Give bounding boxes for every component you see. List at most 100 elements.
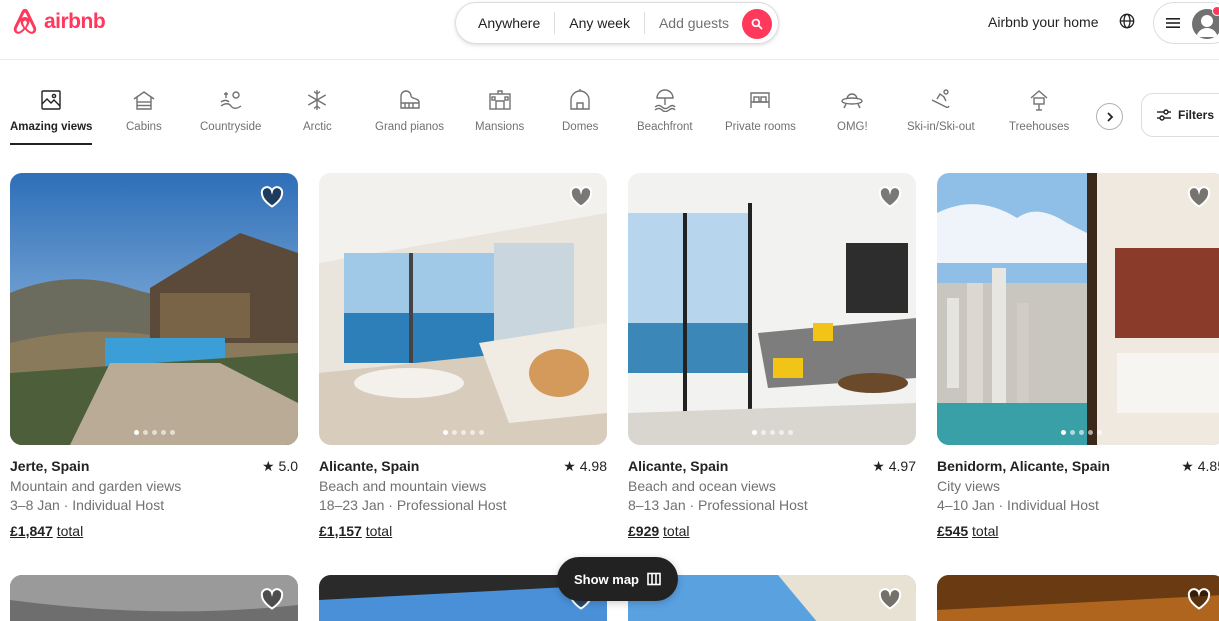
- listing-subtitle: Mountain and garden views: [10, 477, 182, 494]
- heart-icon[interactable]: [260, 588, 284, 610]
- listing-photo[interactable]: [319, 173, 607, 445]
- category-ski-in-ski-out[interactable]: Ski-in/Ski-out: [907, 88, 975, 133]
- price-suffix: total: [56, 522, 84, 539]
- category-label: Ski-in/Ski-out: [907, 121, 975, 133]
- category-cabins[interactable]: Cabins: [126, 88, 162, 133]
- price-suffix: total: [365, 522, 393, 539]
- heart-icon[interactable]: [569, 186, 593, 208]
- category-label: Beachfront: [637, 121, 693, 133]
- listing-card[interactable]: [937, 575, 1219, 621]
- price-suffix: total: [972, 522, 999, 539]
- category-label: Cabins: [126, 121, 162, 133]
- listing-photo[interactable]: [10, 173, 298, 445]
- category-amazing-views[interactable]: Amazing views: [10, 88, 93, 145]
- heart-icon[interactable]: [1187, 588, 1211, 610]
- filters-label: Filters: [1178, 108, 1215, 122]
- listing-rating: ★ 4.97: [872, 457, 916, 477]
- listing-subtitle: City views: [937, 477, 1001, 494]
- category-countryside[interactable]: Countryside: [200, 88, 261, 133]
- listing-card[interactable]: [10, 575, 298, 621]
- amazing-views-icon: [41, 90, 61, 110]
- menu-icon: [1166, 18, 1180, 28]
- listing-image: [10, 173, 298, 445]
- chevron-right-icon: [1106, 111, 1113, 122]
- listing-info: Alicante, Spain ★ 4.97 Beach and ocean vi…: [628, 457, 916, 541]
- listing-rating: ★ 4.98: [563, 457, 607, 477]
- listing-details: 3–8 Jan · Individual Host: [10, 497, 165, 513]
- listing-image: [628, 173, 916, 445]
- category-label: Domes: [562, 121, 599, 133]
- star-icon: ★: [563, 458, 576, 474]
- listing-rating: ★ 5.0: [262, 457, 298, 477]
- rating-value: 4.85: [1197, 458, 1219, 474]
- airbnb-logo[interactable]: airbnb: [10, 6, 106, 38]
- heart-icon[interactable]: [878, 186, 902, 208]
- category-domes[interactable]: Domes: [562, 88, 598, 133]
- category-label: OMG!: [837, 121, 868, 133]
- category-next-button[interactable]: [1096, 103, 1123, 130]
- category-treehouses[interactable]: Treehouses: [1009, 88, 1069, 133]
- category-label: Treehouses: [1009, 121, 1070, 133]
- airbnb-logo-icon: [13, 8, 37, 34]
- category-omg[interactable]: OMG!: [837, 88, 868, 133]
- listing-price[interactable]: £929 total: [628, 522, 916, 542]
- category-label: Amazing views: [10, 121, 93, 133]
- top-header: airbnb Anywhere Any week Add guests Airb…: [0, 0, 1219, 60]
- category-label: Grand pianos: [375, 121, 445, 133]
- globe-icon[interactable]: [1119, 13, 1135, 29]
- listing-image: [319, 173, 607, 445]
- cabin-icon: [133, 91, 155, 110]
- category-private-rooms[interactable]: Private rooms: [725, 88, 796, 133]
- category-bar: Amazing views Cabins Countryside Arctic …: [0, 88, 1219, 150]
- listing-photo[interactable]: [628, 173, 916, 445]
- listing-price[interactable]: £1,157 total: [319, 522, 607, 542]
- countryside-icon: [220, 91, 242, 109]
- category-arctic[interactable]: Arctic: [303, 88, 332, 133]
- listing-location: Alicante, Spain: [628, 458, 729, 474]
- bed-icon: [750, 92, 771, 108]
- photo-pager-dots: [319, 430, 607, 435]
- listing-location: Benidorm, Alicante, Spain: [937, 458, 1110, 474]
- listing-info: Jerte, Spain ★ 5.0 Mountain and garden vi…: [10, 457, 298, 541]
- listing-image: [10, 575, 298, 621]
- ufo-icon: [841, 93, 864, 109]
- heart-icon[interactable]: [878, 588, 902, 610]
- price-suffix: total: [663, 522, 690, 539]
- listing-price[interactable]: £1,847 total: [10, 522, 298, 542]
- search-any-week[interactable]: Any week: [554, 12, 644, 34]
- listing-details: 4–10 Jan · Individual Host: [937, 497, 1099, 513]
- listing-rating: ★4.85: [1181, 457, 1219, 477]
- listing-info: Benidorm, Alicante, Spain ★4.85 City vie…: [937, 457, 1219, 541]
- listing-location: Alicante, Spain: [319, 458, 420, 474]
- listing-info: Alicante, Spain ★ 4.98 Beach and mountain…: [319, 457, 607, 541]
- user-menu-button[interactable]: [1153, 2, 1219, 44]
- category-grand-pianos[interactable]: Grand pianos: [375, 88, 444, 133]
- airbnb-your-home-link[interactable]: Airbnb your home: [988, 14, 1099, 30]
- filters-icon: [1157, 109, 1171, 121]
- map-icon: [647, 572, 661, 586]
- mansion-icon: [488, 90, 511, 110]
- search-bar[interactable]: Anywhere Any week Add guests: [455, 2, 779, 44]
- treehouse-icon: [1030, 90, 1048, 111]
- heart-icon[interactable]: [260, 186, 284, 208]
- category-mansions[interactable]: Mansions: [475, 88, 524, 133]
- heart-icon[interactable]: [1187, 186, 1211, 208]
- search-button[interactable]: [742, 9, 772, 39]
- category-beachfront[interactable]: Beachfront: [637, 88, 693, 133]
- rating-value: 5.0: [278, 458, 298, 474]
- listing-subtitle: Beach and mountain views: [319, 477, 487, 494]
- show-map-button[interactable]: Show map: [557, 557, 678, 601]
- photo-pager-dots: [937, 430, 1219, 435]
- listing-price[interactable]: £545 total: [937, 522, 1219, 542]
- search-add-guests[interactable]: Add guests: [643, 12, 743, 34]
- filters-button[interactable]: Filters: [1141, 93, 1219, 137]
- listing-details: 8–13 Jan · Professional Host: [628, 497, 808, 513]
- ski-icon: [931, 89, 950, 109]
- star-icon: ★: [261, 458, 275, 474]
- dome-icon: [570, 89, 590, 110]
- search-icon: [751, 18, 763, 30]
- category-label: Mansions: [475, 121, 525, 133]
- search-anywhere[interactable]: Anywhere: [456, 12, 554, 34]
- listing-photo[interactable]: [937, 173, 1219, 445]
- listing-image: [937, 173, 1219, 445]
